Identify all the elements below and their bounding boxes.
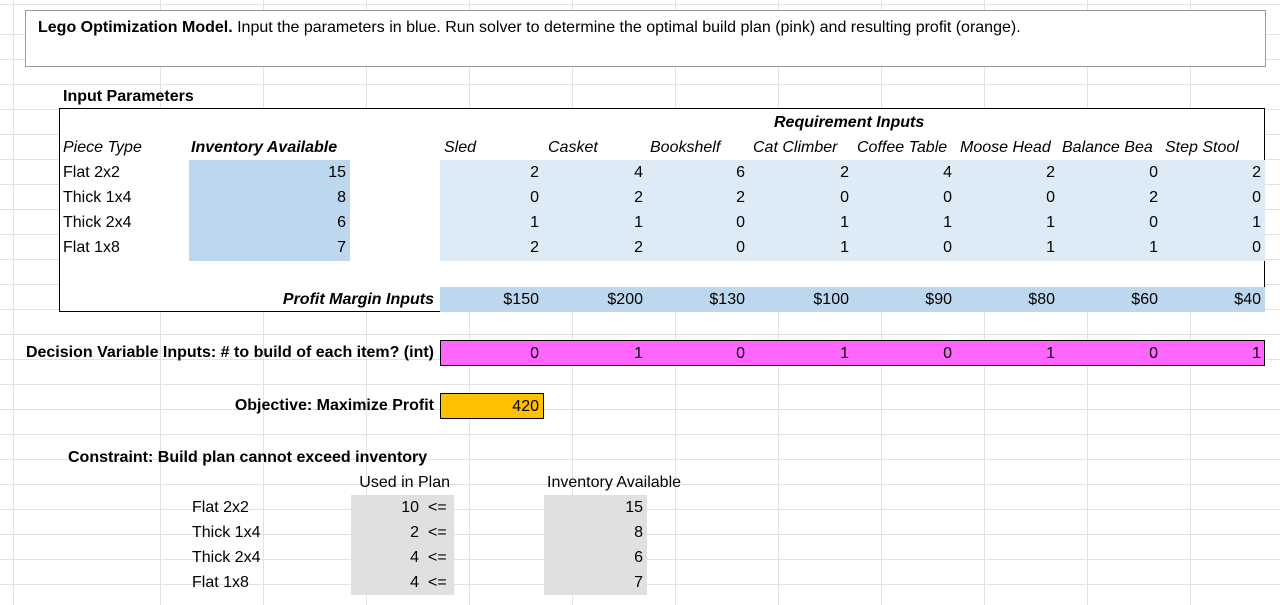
- requirement-cell[interactable]: 2: [544, 235, 647, 260]
- inventory-input[interactable]: 7: [189, 235, 350, 260]
- requirement-cell[interactable]: 0: [440, 185, 543, 210]
- requirement-cell[interactable]: 0: [1059, 210, 1162, 235]
- requirement-cell[interactable]: 0: [750, 185, 853, 210]
- decision-variable-cell[interactable]: 0: [1059, 341, 1162, 366]
- objective-label: Objective: Maximize Profit: [234, 397, 434, 414]
- requirement-cell[interactable]: 1: [750, 210, 853, 235]
- inventory-input[interactable]: 8: [189, 185, 350, 210]
- used-in-plan-cell[interactable]: 2: [351, 520, 423, 545]
- piece-name[interactable]: Flat 2x2: [59, 160, 124, 185]
- piece-name[interactable]: Thick 1x4: [59, 185, 135, 210]
- decision-variable-cell[interactable]: 0: [440, 341, 543, 366]
- requirement-cell[interactable]: 1: [956, 235, 1059, 260]
- profit-margin-cell[interactable]: $150: [440, 287, 543, 312]
- requirement-cell[interactable]: 0: [956, 185, 1059, 210]
- requirement-cell[interactable]: 2: [1162, 160, 1265, 185]
- requirement-cell[interactable]: 0: [1059, 160, 1162, 185]
- item-header-sled[interactable]: Sled: [440, 135, 480, 160]
- constraint-piece-name[interactable]: Thick 2x4: [188, 545, 264, 570]
- item-header-cat-climber[interactable]: Cat Climber: [749, 135, 841, 160]
- requirement-cell[interactable]: 0: [646, 210, 749, 235]
- requirement-cell[interactable]: 1: [440, 210, 543, 235]
- requirement-cell[interactable]: 0: [853, 185, 956, 210]
- requirement-cell[interactable]: 1: [956, 210, 1059, 235]
- item-header-step-stool[interactable]: Step Stool: [1161, 135, 1243, 160]
- requirement-cell[interactable]: 6: [646, 160, 749, 185]
- instructions-box[interactable]: Lego Optimization Model. Input the param…: [25, 10, 1266, 67]
- requirement-inputs-label: Requirement Inputs: [774, 114, 925, 131]
- requirement-cell[interactable]: 4: [544, 160, 647, 185]
- requirement-cell[interactable]: 2: [440, 235, 543, 260]
- requirement-cell[interactable]: 1: [1059, 235, 1162, 260]
- item-header-casket[interactable]: Casket: [544, 135, 602, 160]
- requirement-cell[interactable]: 0: [646, 235, 749, 260]
- requirement-cell[interactable]: 2: [646, 185, 749, 210]
- requirement-cell[interactable]: 2: [1059, 185, 1162, 210]
- inventory-input[interactable]: 15: [189, 160, 350, 185]
- used-in-plan-header: Used in Plan: [359, 474, 450, 491]
- profit-margin-cell[interactable]: $80: [956, 287, 1059, 312]
- instructions-body: Input the parameters in blue. Run solver…: [232, 19, 1021, 36]
- used-in-plan-cell[interactable]: 4: [351, 545, 423, 570]
- requirement-cell[interactable]: 0: [1162, 185, 1265, 210]
- constraint-inventory-cell[interactable]: 15: [544, 495, 647, 520]
- piece-name[interactable]: Thick 2x4: [59, 210, 135, 235]
- profit-margin-label: Profit Margin Inputs: [282, 291, 434, 308]
- item-header-coffee-table[interactable]: Coffee Table: [853, 135, 951, 160]
- item-header-balance-beam[interactable]: Balance Bea: [1058, 135, 1161, 160]
- constraint-piece-name[interactable]: Flat 1x8: [188, 570, 253, 595]
- profit-margin-cell[interactable]: $90: [853, 287, 956, 312]
- item-header-bookshelf[interactable]: Bookshelf: [646, 135, 724, 160]
- requirement-cell[interactable]: 2: [750, 160, 853, 185]
- constraint-operator[interactable]: <=: [424, 520, 451, 545]
- used-in-plan-cell[interactable]: 10: [351, 495, 423, 520]
- constraint-piece-name[interactable]: Thick 1x4: [188, 520, 264, 545]
- decision-variable-cell[interactable]: 0: [646, 341, 749, 366]
- decision-variable-cell[interactable]: 1: [544, 341, 647, 366]
- requirement-cell[interactable]: 1: [544, 210, 647, 235]
- decision-variable-cell[interactable]: 1: [750, 341, 853, 366]
- requirement-cell[interactable]: 0: [853, 235, 956, 260]
- instructions-text: Lego Optimization Model. Input the param…: [38, 19, 1021, 37]
- requirement-cell[interactable]: 2: [956, 160, 1059, 185]
- input-parameters-label: Input Parameters: [63, 88, 194, 105]
- constraint-inventory-cell[interactable]: 8: [544, 520, 647, 545]
- profit-margin-cell[interactable]: $130: [646, 287, 749, 312]
- inventory-input[interactable]: 6: [189, 210, 350, 235]
- used-in-plan-cell[interactable]: 4: [351, 570, 423, 595]
- profit-margin-cell[interactable]: $40: [1162, 287, 1265, 312]
- requirement-cell[interactable]: 2: [544, 185, 647, 210]
- constraint-inventory-cell[interactable]: 7: [544, 570, 647, 595]
- piece-name[interactable]: Flat 1x8: [59, 235, 124, 260]
- constraint-inventory-cell[interactable]: 6: [544, 545, 647, 570]
- requirement-cell[interactable]: 2: [440, 160, 543, 185]
- constraint-operator[interactable]: <=: [424, 545, 451, 570]
- constraint-operator[interactable]: <=: [424, 570, 451, 595]
- constraint-title: Constraint: Build plan cannot exceed inv…: [68, 449, 428, 466]
- requirement-cell[interactable]: 1: [1162, 210, 1265, 235]
- constraint-piece-name[interactable]: Flat 2x2: [188, 495, 253, 520]
- decision-variable-label: Decision Variable Inputs: # to build of …: [25, 344, 434, 361]
- piece-type-header: Piece Type: [63, 139, 142, 156]
- profit-margin-cell[interactable]: $60: [1059, 287, 1162, 312]
- decision-variable-cell[interactable]: 1: [1162, 341, 1265, 366]
- requirement-cell[interactable]: 0: [1162, 235, 1265, 260]
- inventory-available-header: Inventory Available: [191, 139, 338, 156]
- requirement-cell[interactable]: 1: [750, 235, 853, 260]
- instructions-title: Lego Optimization Model.: [38, 19, 233, 36]
- profit-margin-cell[interactable]: $200: [544, 287, 647, 312]
- profit-margin-cell[interactable]: $100: [750, 287, 853, 312]
- inventory-available-constraint-header: Inventory Available: [547, 474, 682, 491]
- decision-variable-cell[interactable]: 1: [956, 341, 1059, 366]
- requirement-cell[interactable]: 1: [853, 210, 956, 235]
- decision-variable-cell[interactable]: 0: [853, 341, 956, 366]
- item-header-moose-head[interactable]: Moose Head: [956, 135, 1055, 160]
- requirement-cell[interactable]: 4: [853, 160, 956, 185]
- objective-value-cell[interactable]: 420: [440, 393, 544, 419]
- constraint-operator[interactable]: <=: [424, 495, 451, 520]
